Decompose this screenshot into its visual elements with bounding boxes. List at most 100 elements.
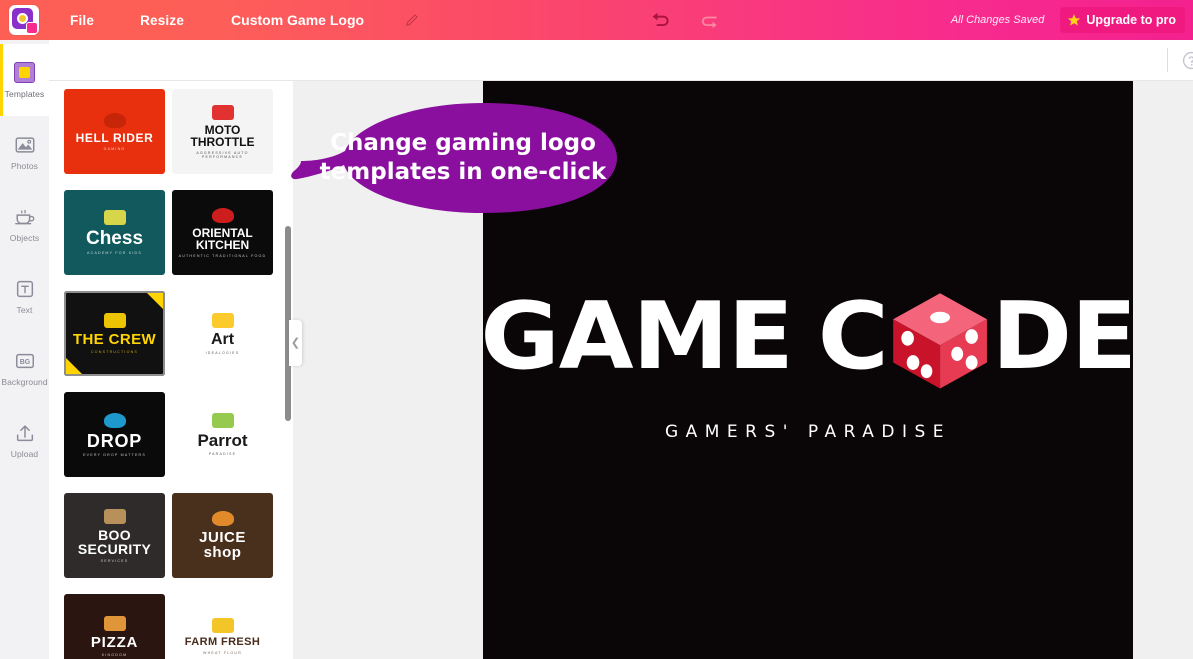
background-icon: BG [15,353,34,368]
template-title: Chess [85,228,144,249]
app-logo-button[interactable] [0,0,48,40]
text-icon [16,280,33,297]
editor-app: File Resize Custom Game Logo All Changes… [0,0,1193,659]
menu-file[interactable]: File [70,13,94,28]
dice-cube-icon [892,293,987,389]
template-mark-farm-fresh [211,618,234,633]
templates-panel: HELL RIDER GAMING MOTO THROTTLE AGGRESSIVE … [49,81,283,659]
template-subtitle: GAMING [103,146,126,151]
sidebar-item-text[interactable]: Text [0,260,49,332]
template-card-chess[interactable]: Chess ACADEMY FOR KIDS [64,190,165,275]
logo-word-right-pre: C [817,281,889,390]
template-mark-hell-rider [103,112,126,128]
sidebar-label-objects: Objects [9,232,40,243]
template-card-parrot-paradise[interactable]: Parrot PARADISE [172,392,273,477]
menu-resize[interactable]: Resize [140,13,184,28]
sidebar-label-templates: Templates [4,88,45,99]
upgrade-to-pro-label: Upgrade to pro [1086,13,1176,27]
template-title: PIZZA [90,634,139,651]
template-title: DROP [86,430,143,451]
template-subtitle: PARADISE [208,452,237,456]
template-subtitle: EVERY DROP MATTERS [83,452,146,457]
template-subtitle: AUTHENTIC TRADITIONAL FOOD [178,253,267,258]
template-card-moto-throttle[interactable]: MOTO THROTTLE AGGRESSIVE AUTO PERFORMANCE [172,89,273,174]
template-mark-chess [103,210,126,225]
template-mark-moto-throttle [211,104,234,120]
template-subtitle: KINGDOM [101,653,128,657]
template-mark-oriental-kitchen [211,207,234,223]
sidebar-item-background[interactable]: BG Background [0,332,49,404]
templates-icon [14,62,35,83]
sidebar-label-photos: Photos [10,160,39,171]
logo-wordmark: GAME C DE [480,281,1137,390]
template-mark-juice-shop [211,511,234,526]
template-title: BOO SECURITY [77,526,152,557]
template-title: ORIENTAL KITCHEN [192,225,253,252]
objects-cup-icon [14,209,34,224]
sidebar-label-text: Text [16,304,33,315]
template-selected-corner [147,293,163,309]
template-mark-drop [103,412,126,428]
template-mark-art-idealogies [211,312,234,328]
template-card-oriental-kitchen[interactable]: ORIENTAL KITCHEN AUTHENTIC TRADITIONAL FO… [172,190,273,275]
template-title: THE CREW [72,331,157,348]
star-icon [1068,14,1081,26]
left-tool-rail: Templates Photos Objects Text BG Backgro… [0,40,49,659]
callout-text: Change gaming logo templates in one-clic… [319,130,607,185]
logo-word-right-post: DE [991,281,1137,390]
template-card-juice-shop[interactable]: JUICE shop [172,493,273,578]
logo-word-left: GAME [480,281,793,390]
callout-bubble: Change gaming logo templates in one-clic… [283,95,621,221]
templates-grid: HELL RIDER GAMING MOTO THROTTLE AGGRESSIVE … [49,81,283,659]
undo-arrow-icon[interactable] [649,9,671,31]
secondary-toolbar [0,40,1193,81]
template-card-the-crew[interactable]: THE CREW CONSTRUCTIONS [64,291,165,376]
sidebar-label-background: Background [1,376,48,387]
template-subtitle: SERVICES [100,558,129,563]
logo-tagline: GAMERS' PARADISE [664,422,952,442]
sidebar-item-upload[interactable]: Upload [0,404,49,476]
template-mark-parrot-paradise [211,413,234,428]
document-title[interactable]: Custom Game Logo [231,12,364,28]
photo-icon [15,136,34,153]
template-card-art-idealogies[interactable]: Art IDEALOGIES [172,291,273,376]
template-card-drop[interactable]: DROP EVERY DROP MATTERS [64,392,165,477]
sidebar-item-templates[interactable]: Templates [0,44,49,116]
templates-icon-inner [19,67,30,78]
pencil-icon[interactable] [404,12,420,28]
template-title: Art [210,330,235,348]
template-title: HELL RIDER [75,130,154,145]
sidebar-label-upload: Upload [10,448,39,459]
template-mark-pizza-kingdom [103,616,126,631]
undo-redo-group [649,9,721,31]
template-card-hell-rider[interactable]: HELL RIDER GAMING [64,89,165,174]
app-logo-icon [9,5,39,35]
template-mark-boo-security [103,508,126,524]
template-selected-corner [66,358,82,374]
svg-text:BG: BG [19,359,29,366]
template-title: Parrot [197,431,248,450]
template-subtitle: AGGRESSIVE AUTO PERFORMANCE [196,150,249,159]
save-status-label: All Changes Saved [950,14,1045,26]
sidebar-item-objects[interactable]: Objects [0,188,49,260]
template-subtitle: WHEAT FLOUR [202,651,243,655]
toolbar-divider [1167,48,1168,72]
template-mark-the-crew [103,313,126,328]
template-title: MOTO THROTTLE [190,122,255,149]
template-card-farm-fresh[interactable]: FARM FRESH WHEAT FLOUR [172,594,273,659]
upload-icon [16,424,33,441]
chevron-left-icon: ❮ [290,336,301,349]
upgrade-to-pro-button[interactable]: Upgrade to pro [1060,7,1185,33]
redo-arrow-icon[interactable] [699,9,721,31]
top-header-bar: File Resize Custom Game Logo All Changes… [0,0,1193,40]
template-title: JUICE shop [199,529,246,561]
template-subtitle: ACADEMY FOR KIDS [87,251,142,255]
collapse-panel-button[interactable]: ❮ [289,320,302,366]
template-card-pizza-kingdom[interactable]: PIZZA KINGDOM [64,594,165,659]
template-subtitle: IDEALOGIES [205,350,240,355]
sidebar-item-photos[interactable]: Photos [0,116,49,188]
app-logo-badge [26,22,38,34]
help-circle-icon[interactable] [1182,51,1193,70]
template-card-boo-security[interactable]: BOO SECURITY SERVICES [64,493,165,578]
template-title: FARM FRESH [184,636,261,648]
